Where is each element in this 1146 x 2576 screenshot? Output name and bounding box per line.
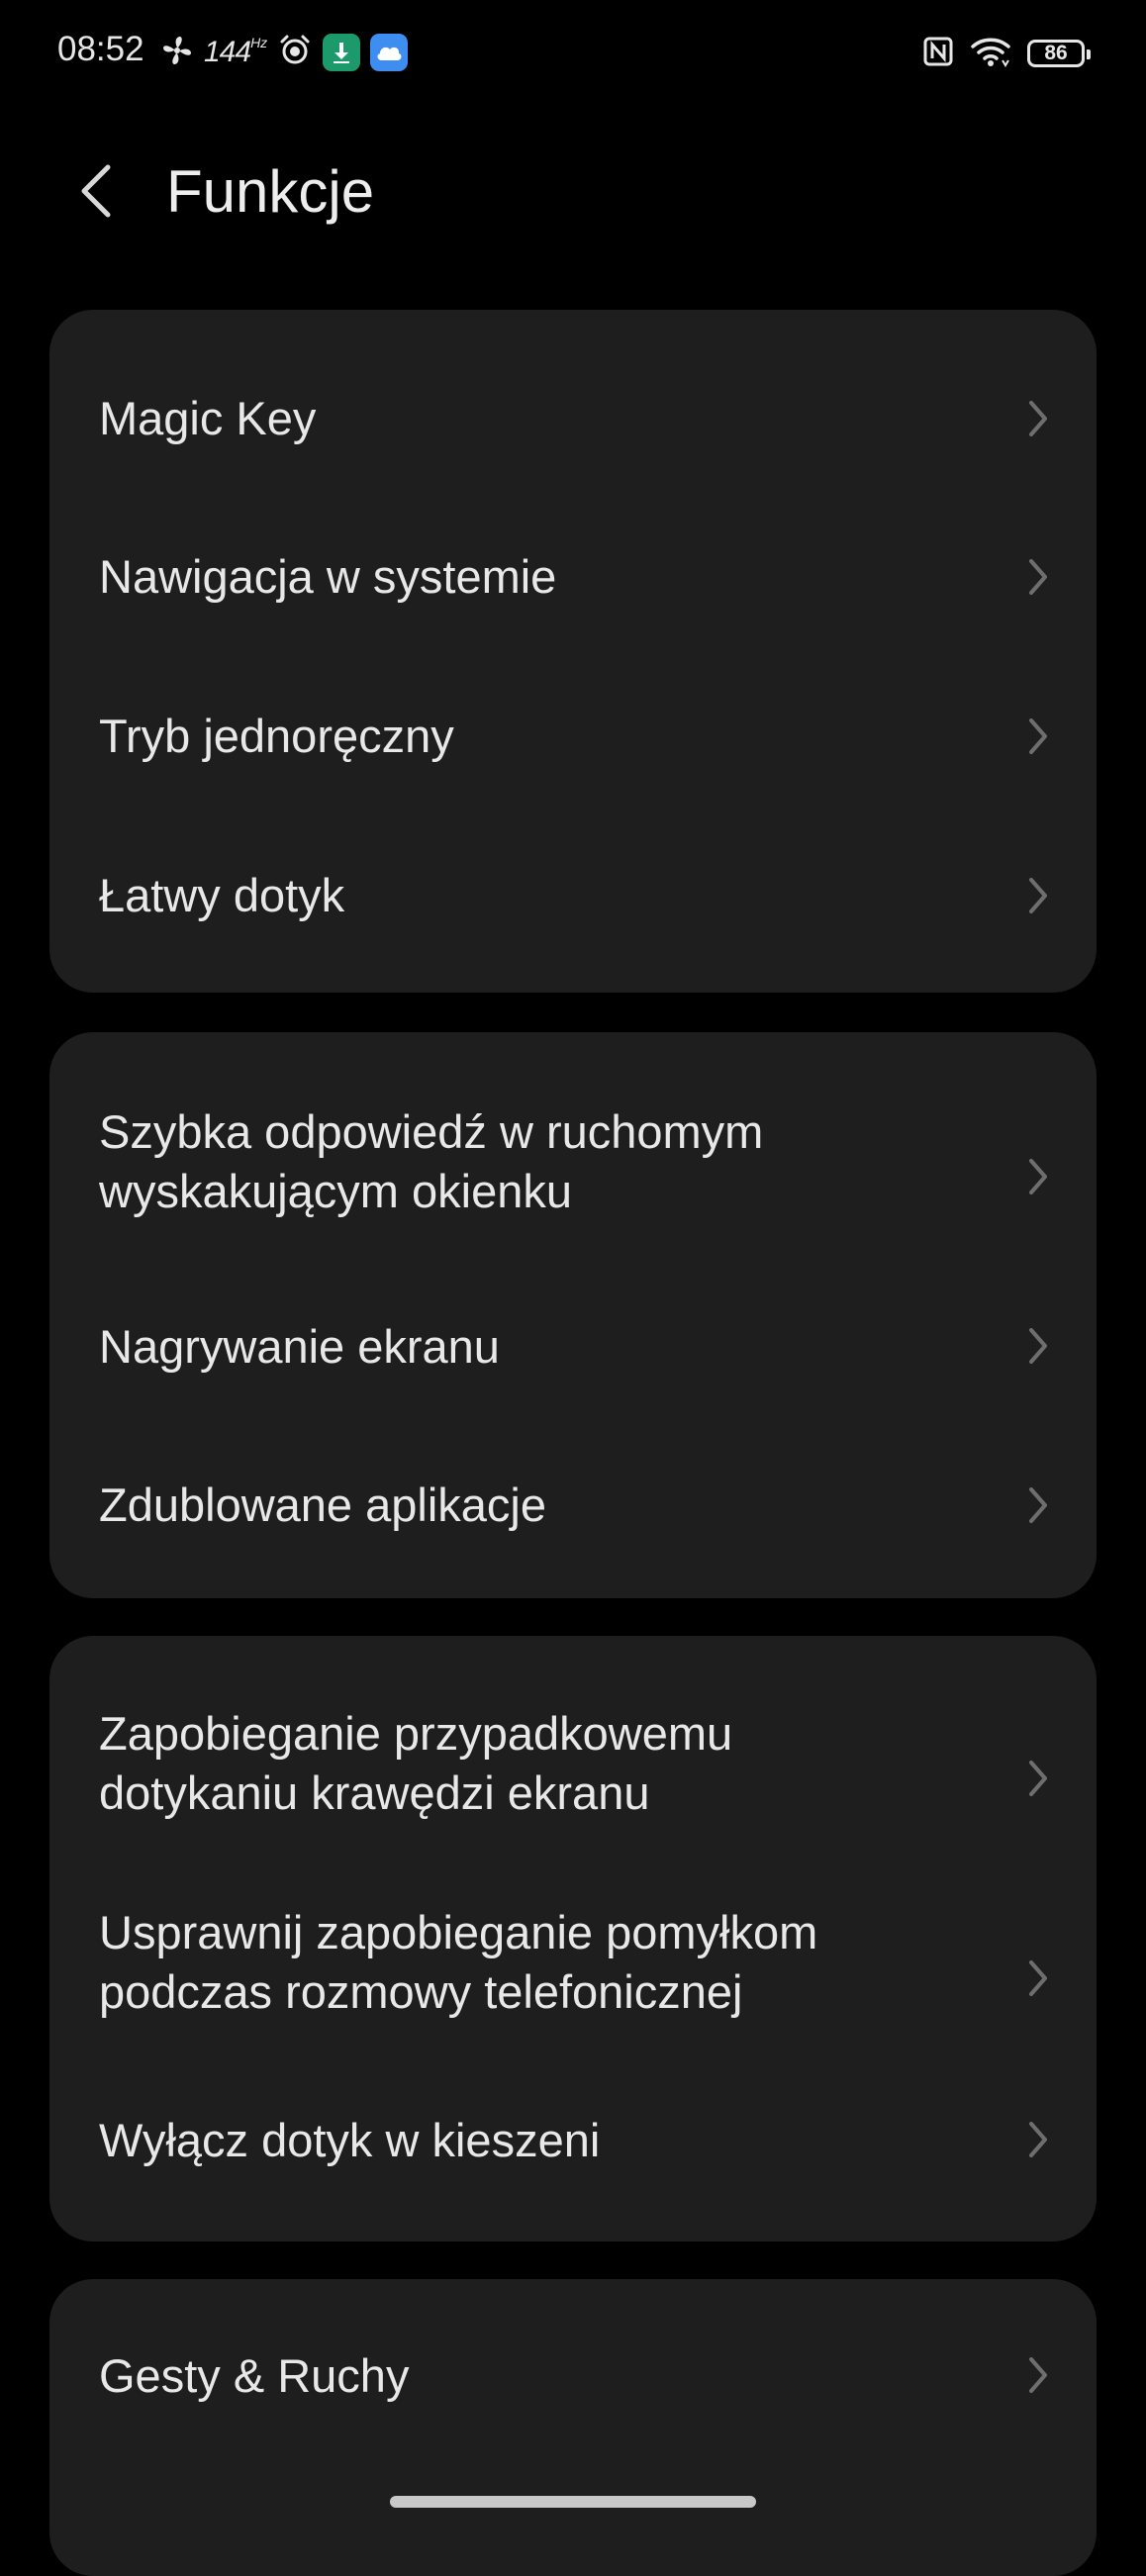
header: Funkcje: [0, 148, 1146, 238]
settings-item-label: Szybka odpowiedź w ruchomym wyskakującym…: [99, 1105, 764, 1217]
home-indicator[interactable]: [390, 2496, 756, 2508]
chevron-right-icon: [1023, 1324, 1053, 1368]
settings-item-label: Nagrywanie ekranu: [99, 1320, 500, 1373]
settings-group-3: Zapobieganie przypadkowemu dotykaniu kra…: [49, 1636, 1097, 2242]
battery-level: 86: [1044, 42, 1068, 64]
settings-item-label: Usprawnij zapobieganie pomyłkom podczas …: [99, 1906, 818, 2018]
settings-item-label: Łatwy dotyk: [99, 869, 345, 921]
status-time: 08:52: [57, 30, 144, 68]
settings-item-floating-reply[interactable]: Szybka odpowiedź w ruchomym wyskakującym…: [49, 1052, 1097, 1270]
refresh-rate-unit: Hz: [250, 35, 268, 50]
fan-icon: [160, 34, 194, 72]
chevron-right-icon: [1023, 397, 1053, 440]
wifi-icon: [970, 35, 1011, 73]
settings-item-label: Zapobieganie przypadkowemu dotykaniu kra…: [99, 1707, 733, 1819]
nfc-icon: [922, 36, 954, 72]
settings-item-cloned-apps[interactable]: Zdublowane aplikacje: [49, 1428, 1097, 1567]
green-app-icon: [323, 34, 361, 71]
settings-item-easy-touch[interactable]: Łatwy dotyk: [49, 826, 1097, 965]
settings-item-label: Tryb jednoręczny: [99, 710, 454, 762]
refresh-rate-value: 144: [204, 36, 251, 68]
chevron-right-icon: [1023, 1956, 1053, 2000]
cloud-app-icon: [370, 34, 409, 71]
refresh-rate-icon: 144 Hz: [204, 36, 267, 69]
alarm-icon: [277, 33, 313, 73]
settings-group-2: Szybka odpowiedź w ruchomym wyskakującym…: [49, 1032, 1097, 1598]
chevron-right-icon: [1023, 1155, 1053, 1198]
settings-item-magic-key[interactable]: Magic Key: [49, 349, 1097, 488]
settings-item-screen-recording[interactable]: Nagrywanie ekranu: [49, 1270, 1097, 1408]
status-bar: 08:52 144 Hz 86: [0, 0, 1146, 109]
settings-group-1: Magic Key Nawigacja w systemie Tryb jedn…: [49, 310, 1097, 993]
settings-item-label: Magic Key: [99, 392, 317, 444]
settings-item-label: Wyłącz dotyk w kieszeni: [99, 2114, 601, 2166]
chevron-right-icon: [1023, 1483, 1053, 1527]
settings-group-4: Gesty & Ruchy: [49, 2279, 1097, 2576]
settings-item-navigation[interactable]: Nawigacja w systemie: [49, 508, 1097, 646]
settings-item-pocket-mode[interactable]: Wyłącz dotyk w kieszeni: [49, 2071, 1097, 2210]
chevron-right-icon: [1023, 2353, 1053, 2397]
settings-item-edge-touch-prevention[interactable]: Zapobieganie przypadkowemu dotykaniu kra…: [49, 1656, 1097, 1854]
settings-item-label: Zdublowane aplikacje: [99, 1479, 547, 1531]
settings-item-label: Gesty & Ruchy: [99, 2349, 410, 2402]
chevron-right-icon: [1023, 874, 1053, 917]
chevron-right-icon: [1023, 715, 1053, 758]
page-title: Funkcje: [166, 158, 375, 225]
back-arrow-icon: [76, 161, 116, 226]
chevron-right-icon: [1023, 1757, 1053, 1800]
settings-item-label: Nawigacja w systemie: [99, 550, 557, 603]
status-left-icons: 144 Hz: [160, 30, 409, 75]
chevron-right-icon: [1023, 2118, 1053, 2161]
battery-icon: 86: [1027, 40, 1091, 67]
back-button[interactable]: [61, 158, 131, 228]
settings-item-gestures[interactable]: Gesty & Ruchy: [49, 2319, 1097, 2457]
settings-item-one-handed[interactable]: Tryb jednoręczny: [49, 667, 1097, 806]
settings-item-call-mistouch[interactable]: Usprawnij zapobieganie pomyłkom podczas …: [49, 1854, 1097, 2051]
status-right-icons: 86: [922, 32, 1091, 75]
chevron-right-icon: [1023, 555, 1053, 599]
